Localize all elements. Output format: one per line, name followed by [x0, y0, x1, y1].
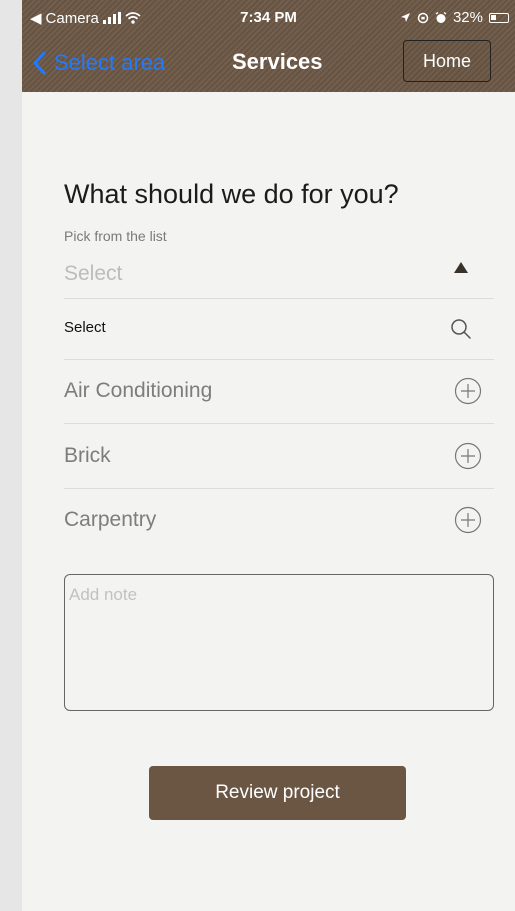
list-item-brick[interactable]: Brick: [64, 424, 494, 489]
side-gutter: [0, 0, 22, 911]
orientation-lock-icon: [417, 12, 429, 23]
service-select[interactable]: Select: [64, 252, 494, 299]
location-arrow-icon: [400, 13, 410, 22]
battery-icon: [489, 12, 509, 23]
search-row: [64, 299, 494, 360]
back-button[interactable]: Select area: [32, 46, 165, 80]
page-title: Services: [232, 49, 323, 74]
select-value: Select: [64, 262, 123, 285]
alarm-icon: [435, 11, 447, 23]
plus-circle-icon[interactable]: [454, 442, 482, 470]
option-label: Brick: [64, 444, 111, 467]
search-icon[interactable]: [450, 318, 472, 340]
back-button-label: Select area: [54, 50, 166, 75]
status-right: 32%: [400, 9, 509, 26]
phone-screen: ◀ Camera 7:34 PM 32% Select area Service…: [22, 0, 515, 911]
list-item-air-conditioning[interactable]: Air Conditioning: [64, 359, 494, 424]
form-heading: What should we do for you?: [64, 179, 399, 209]
option-label: Air Conditioning: [64, 379, 213, 402]
navigation-bar: Select area Services Home: [22, 36, 515, 92]
list-item-carpentry[interactable]: Carpentry: [64, 488, 494, 552]
triangle-up-icon: [454, 262, 468, 273]
top-bar: ◀ Camera 7:34 PM 32% Select area Service…: [22, 0, 515, 92]
picker-label: Pick from the list: [64, 228, 167, 244]
note-textarea[interactable]: [64, 574, 494, 711]
plus-circle-icon[interactable]: [454, 377, 482, 405]
battery-percent: 32%: [452, 9, 483, 26]
option-label: Carpentry: [64, 508, 157, 531]
status-bar: ◀ Camera 7:34 PM 32%: [22, 0, 515, 36]
plus-circle-icon[interactable]: [454, 506, 482, 534]
chevron-left-icon: [33, 51, 46, 75]
review-project-button[interactable]: Review project: [149, 766, 406, 820]
home-button[interactable]: Home: [403, 40, 491, 82]
search-input[interactable]: [64, 319, 424, 336]
